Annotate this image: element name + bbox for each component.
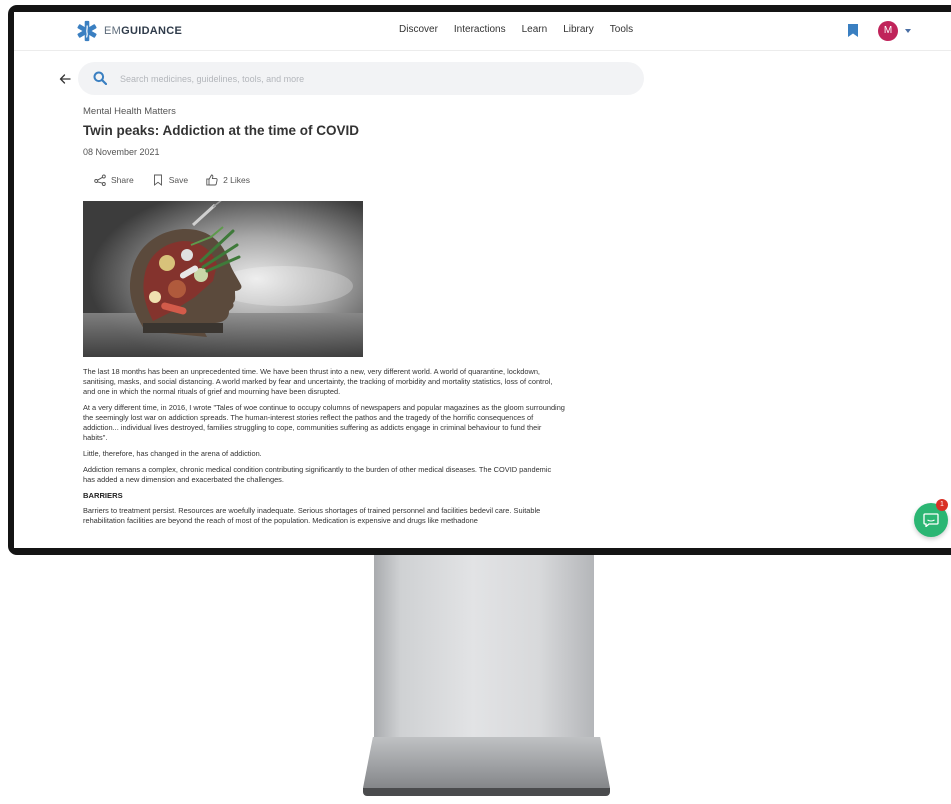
share-button[interactable]: Share bbox=[94, 174, 134, 186]
likes-count: 2 Likes bbox=[223, 175, 250, 185]
section-heading: BARRIERS bbox=[83, 491, 123, 500]
article-date: 08 November 2021 bbox=[83, 147, 160, 157]
emguidance-star-icon bbox=[77, 20, 97, 42]
thumbs-up-icon bbox=[206, 174, 218, 186]
save-label: Save bbox=[168, 175, 189, 185]
share-label: Share bbox=[111, 175, 134, 185]
notification-badge: 1 bbox=[936, 499, 948, 511]
article-hero-image bbox=[83, 201, 363, 357]
save-button[interactable]: Save bbox=[152, 174, 188, 186]
nav-interactions[interactable]: Interactions bbox=[454, 24, 506, 35]
main-nav: Discover Interactions Learn Library Tool… bbox=[399, 24, 633, 35]
article-paragraph: The last 18 months has been an unprecede… bbox=[83, 367, 553, 396]
browser-screen: EMGUIDANCE Discover Interactions Learn L… bbox=[14, 12, 951, 548]
search-input[interactable] bbox=[118, 70, 622, 88]
article-paragraph: Addiction remans a complex, chronic medi… bbox=[83, 465, 552, 484]
nav-discover[interactable]: Discover bbox=[399, 24, 438, 35]
article-actions: Share Save 2 Likes bbox=[94, 174, 268, 186]
top-navbar: EMGUIDANCE Discover Interactions Learn L… bbox=[14, 12, 951, 51]
search-icon bbox=[93, 71, 107, 85]
article-paragraph: Barriers to treatment persist. Resources… bbox=[83, 506, 541, 525]
bookmark-icon[interactable] bbox=[848, 24, 858, 37]
article-paragraph: Little, therefore, has changed in the ar… bbox=[83, 449, 262, 458]
article-body: The last 18 months has been an unprecede… bbox=[83, 367, 565, 532]
monitor-stand-foot bbox=[363, 788, 610, 796]
brand-logo[interactable]: EMGUIDANCE bbox=[76, 20, 182, 42]
article-title: Twin peaks: Addiction at the time of COV… bbox=[83, 123, 360, 138]
article-category: Mental Health Matters bbox=[83, 106, 176, 117]
nav-learn[interactable]: Learn bbox=[522, 24, 548, 35]
back-arrow-icon[interactable] bbox=[59, 73, 71, 85]
search-bar[interactable] bbox=[78, 62, 644, 95]
like-button[interactable]: 2 Likes bbox=[206, 174, 250, 186]
avatar[interactable]: M bbox=[878, 21, 898, 41]
chevron-down-icon[interactable] bbox=[905, 29, 911, 33]
bookmark-outline-icon bbox=[153, 174, 162, 186]
nav-tools[interactable]: Tools bbox=[610, 24, 633, 35]
nav-library[interactable]: Library bbox=[563, 24, 594, 35]
share-icon bbox=[94, 174, 106, 186]
monitor-stand bbox=[374, 555, 594, 737]
article-paragraph: At a very different time, in 2016, I wro… bbox=[83, 403, 565, 442]
logo-text: EMGUIDANCE bbox=[104, 25, 183, 37]
monitor-stand-base bbox=[363, 737, 610, 789]
chat-icon bbox=[923, 513, 939, 527]
